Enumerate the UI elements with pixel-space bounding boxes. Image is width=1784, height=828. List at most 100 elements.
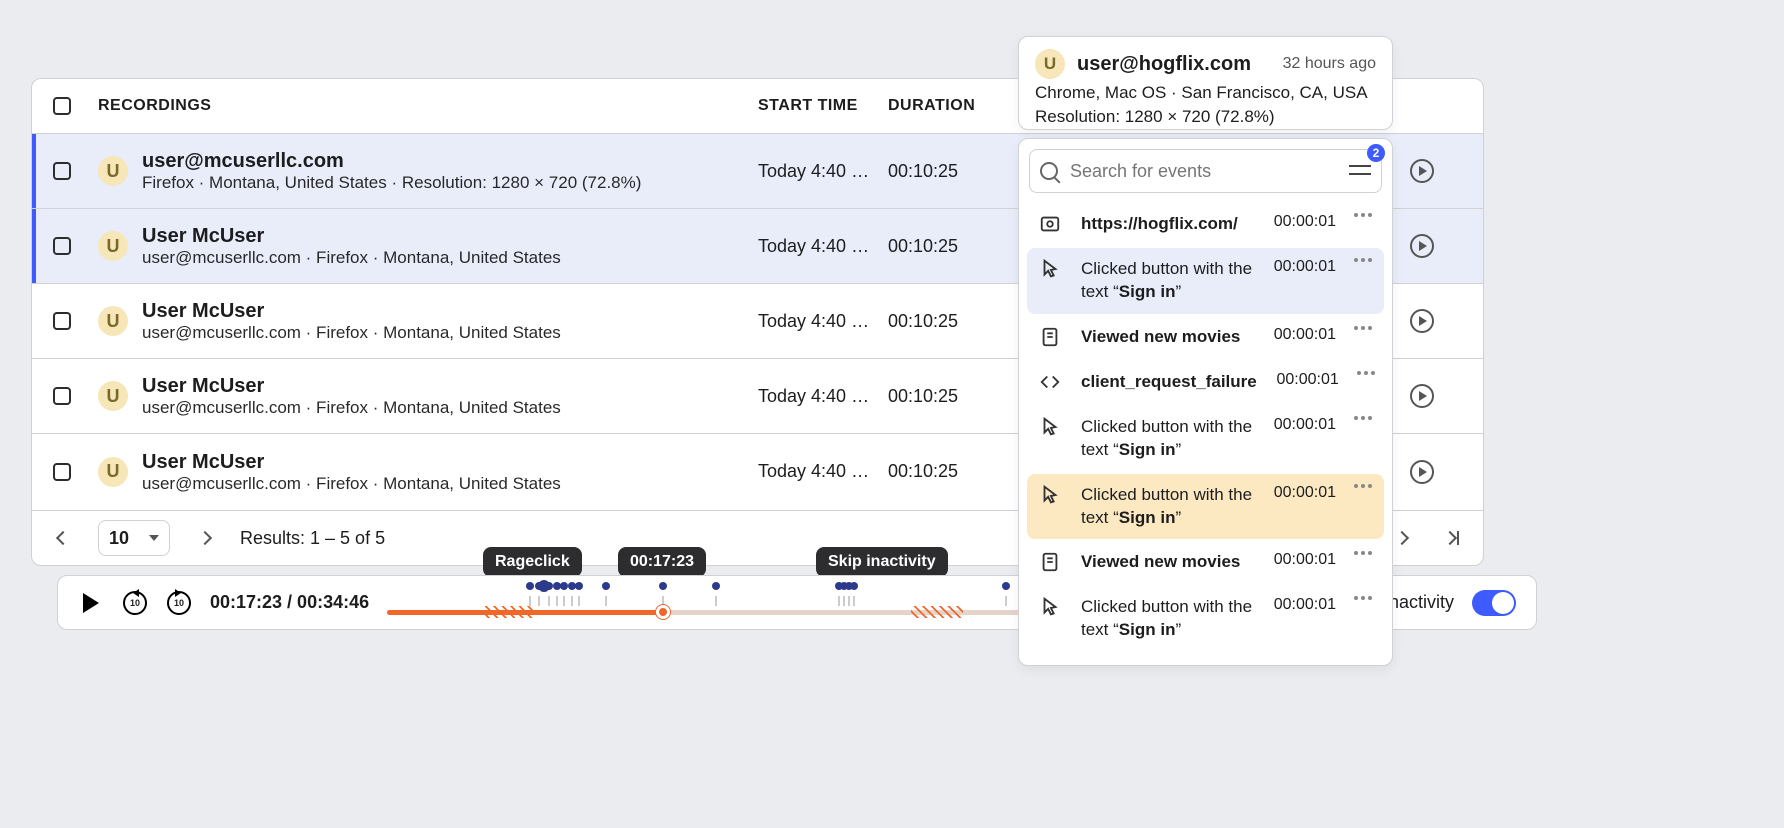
row-avatar: U bbox=[98, 457, 128, 487]
row-play-button[interactable] bbox=[1410, 234, 1434, 258]
event-time: 00:00:01 bbox=[1262, 551, 1336, 569]
timeline-event-dot[interactable] bbox=[526, 582, 534, 590]
row-checkbox[interactable] bbox=[53, 162, 71, 180]
event-menu-button[interactable] bbox=[1347, 371, 1375, 375]
row-avatar: U bbox=[98, 306, 128, 336]
popover-time: 32 hours ago bbox=[1283, 55, 1376, 73]
event-menu-button[interactable] bbox=[1344, 416, 1372, 420]
row-start-time: Today 4:40 PM bbox=[752, 311, 882, 332]
row-play-button[interactable] bbox=[1410, 309, 1434, 333]
timeline-event-dot[interactable] bbox=[659, 582, 667, 590]
timeline-tick bbox=[563, 596, 565, 606]
event-time: 00:00:01 bbox=[1262, 484, 1336, 502]
popover-line-1: Chrome, Mac OS · San Francisco, CA, USA bbox=[1035, 83, 1376, 103]
row-play-button[interactable] bbox=[1410, 460, 1434, 484]
row-play-button[interactable] bbox=[1410, 159, 1434, 183]
inactivity-segment bbox=[911, 606, 963, 618]
row-title: User McUser bbox=[142, 450, 561, 474]
popover-title: user@hogflix.com bbox=[1077, 53, 1271, 76]
row-title: User McUser bbox=[142, 374, 561, 398]
row-title: User McUser bbox=[142, 299, 561, 323]
filters-icon[interactable] bbox=[1349, 162, 1371, 180]
row-subtitle: user@mcuserllc.com · Firefox · Montana, … bbox=[142, 398, 561, 418]
skip-inactivity-toggle[interactable] bbox=[1472, 590, 1516, 616]
event-time: 00:00:01 bbox=[1262, 596, 1336, 614]
event-row[interactable]: Clicked button with the text “Sign in” 0… bbox=[1027, 474, 1384, 540]
popover-line-2: Resolution: 1280 × 720 (72.8%) bbox=[1035, 107, 1376, 127]
col-recordings: RECORDINGS bbox=[92, 97, 752, 115]
cursor-icon bbox=[1039, 416, 1061, 438]
event-row[interactable]: https://hogflix.com/ 00:00:01 bbox=[1027, 203, 1384, 246]
seek-knob[interactable] bbox=[656, 605, 670, 619]
row-duration: 00:10:25 bbox=[882, 461, 1012, 482]
play-button[interactable] bbox=[78, 590, 104, 616]
forward-10-button[interactable]: 10 bbox=[166, 590, 192, 616]
timeline-tick bbox=[578, 596, 580, 606]
event-row[interactable]: Clicked button with the text “Sign in” 0… bbox=[1027, 248, 1384, 314]
caret-down-icon bbox=[149, 535, 159, 541]
page-icon bbox=[1039, 551, 1061, 573]
timeline-tick bbox=[571, 596, 573, 606]
timeline-event-dot[interactable] bbox=[850, 582, 858, 590]
tooltip-seek-time: 00:17:23 bbox=[618, 547, 706, 577]
timeline-tick bbox=[538, 596, 540, 606]
col-start-time: START TIME bbox=[752, 97, 882, 115]
player-timecode: 00:17:23 / 00:34:46 bbox=[210, 592, 369, 613]
row-avatar: U bbox=[98, 231, 128, 261]
row-subtitle: user@mcuserllc.com · Firefox · Montana, … bbox=[142, 248, 561, 268]
timeline-rageclick-dot[interactable] bbox=[538, 580, 550, 592]
timeline-tick bbox=[529, 596, 531, 606]
event-time: 00:00:01 bbox=[1262, 326, 1336, 344]
timeline-event-dot[interactable] bbox=[712, 582, 720, 590]
event-row[interactable]: client_request_failure 00:00:01 bbox=[1027, 361, 1384, 404]
row-start-time: Today 4:40 PM bbox=[752, 461, 882, 482]
row-checkbox[interactable] bbox=[53, 387, 71, 405]
next-page-button[interactable] bbox=[188, 521, 222, 555]
event-menu-button[interactable] bbox=[1344, 551, 1372, 555]
row-checkbox[interactable] bbox=[53, 463, 71, 481]
event-row[interactable]: Viewed new movies 00:00:01 bbox=[1027, 541, 1384, 584]
event-menu-button[interactable] bbox=[1344, 326, 1372, 330]
row-avatar: U bbox=[98, 381, 128, 411]
event-menu-button[interactable] bbox=[1344, 213, 1372, 217]
row-subtitle: user@mcuserllc.com · Firefox · Montana, … bbox=[142, 474, 561, 494]
timeline-event-dot[interactable] bbox=[602, 582, 610, 590]
events-search-box[interactable]: 2 bbox=[1029, 149, 1382, 193]
row-title: user@mcuserllc.com bbox=[142, 149, 641, 173]
event-row[interactable]: Clicked button with the text “Sign in” 0… bbox=[1027, 586, 1384, 652]
tooltip-skip-inactivity: Skip inactivity bbox=[816, 547, 948, 577]
cursor-icon bbox=[1039, 258, 1061, 280]
rewind-10-button[interactable]: 10 bbox=[122, 590, 148, 616]
event-row[interactable]: Viewed new movies 00:00:01 bbox=[1027, 316, 1384, 359]
timeline-tick bbox=[843, 596, 845, 606]
row-start-time: Today 4:40 PM bbox=[752, 161, 882, 182]
prev-page-button[interactable] bbox=[46, 521, 80, 555]
event-text: client_request_failure bbox=[1081, 371, 1257, 394]
timeline-event-dot[interactable] bbox=[575, 582, 583, 590]
event-menu-button[interactable] bbox=[1344, 596, 1372, 600]
event-row[interactable]: Clicked button with the text “Sign in” 0… bbox=[1027, 406, 1384, 472]
timeline-event-dot[interactable] bbox=[560, 582, 568, 590]
timeline-tick bbox=[715, 596, 717, 606]
event-menu-button[interactable] bbox=[1344, 484, 1372, 488]
timeline-tick bbox=[556, 596, 558, 606]
cursor-icon bbox=[1039, 596, 1061, 618]
timeline-event-dot[interactable] bbox=[1002, 582, 1010, 590]
footer-last-button[interactable] bbox=[1435, 521, 1469, 555]
event-menu-button[interactable] bbox=[1344, 258, 1372, 262]
cursor-icon bbox=[1039, 484, 1061, 506]
timeline-tick bbox=[848, 596, 850, 606]
timeline-tick bbox=[838, 596, 840, 606]
page-size-select[interactable]: 10 bbox=[98, 520, 170, 556]
row-checkbox[interactable] bbox=[53, 237, 71, 255]
row-checkbox[interactable] bbox=[53, 312, 71, 330]
row-play-button[interactable] bbox=[1410, 384, 1434, 408]
event-text: Clicked button with the text “Sign in” bbox=[1081, 416, 1254, 462]
row-title: User McUser bbox=[142, 224, 561, 248]
select-all-checkbox[interactable] bbox=[53, 97, 71, 115]
row-start-time: Today 4:40 PM bbox=[752, 386, 882, 407]
tooltip-rageclick: Rageclick bbox=[483, 547, 582, 577]
events-search-input[interactable] bbox=[1068, 160, 1339, 183]
event-time: 00:00:01 bbox=[1262, 258, 1336, 276]
row-avatar: U bbox=[98, 156, 128, 186]
